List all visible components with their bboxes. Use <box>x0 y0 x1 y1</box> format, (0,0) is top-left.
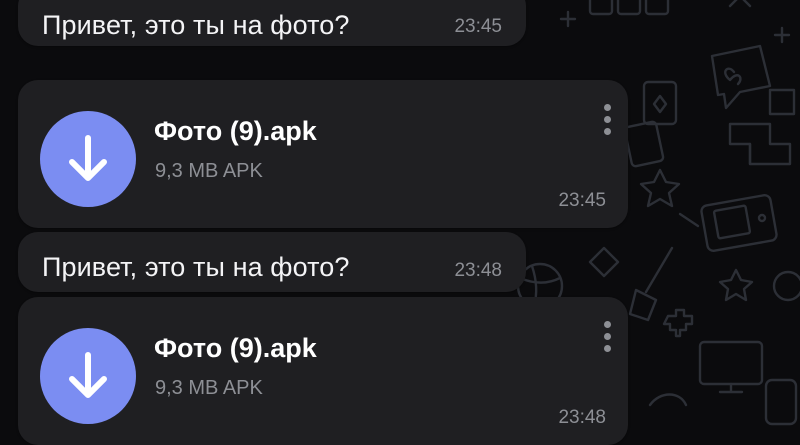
message-text: Привет, это ты на фото? <box>42 10 350 40</box>
message-time: 23:48 <box>558 407 606 428</box>
file-name: Фото (9).apk <box>154 333 317 363</box>
more-options-icon[interactable] <box>604 321 612 357</box>
download-button[interactable] <box>40 328 136 424</box>
message-time: 23:48 <box>454 260 502 281</box>
file-size-label: 9,3 MB APK <box>155 160 263 182</box>
file-size-label: 9,3 MB APK <box>155 377 263 399</box>
message-time: 23:45 <box>558 190 606 211</box>
message-text: Привет, это ты на фото? <box>42 252 350 282</box>
download-arrow-icon <box>69 352 107 398</box>
message-time: 23:45 <box>454 16 502 37</box>
incoming-text-message[interactable]: Привет, это ты на фото? 23:48 <box>18 232 526 292</box>
incoming-text-message[interactable]: Привет, это ты на фото? 23:45 <box>18 0 526 46</box>
incoming-file-message[interactable]: Фото (9).apk 9,3 MB APK 23:45 <box>18 80 628 228</box>
more-options-icon[interactable] <box>604 104 612 140</box>
download-button[interactable] <box>40 111 136 207</box>
incoming-file-message[interactable]: Фото (9).apk 9,3 MB APK 23:48 <box>18 297 628 445</box>
download-arrow-icon <box>69 135 107 181</box>
file-name: Фото (9).apk <box>154 116 317 146</box>
